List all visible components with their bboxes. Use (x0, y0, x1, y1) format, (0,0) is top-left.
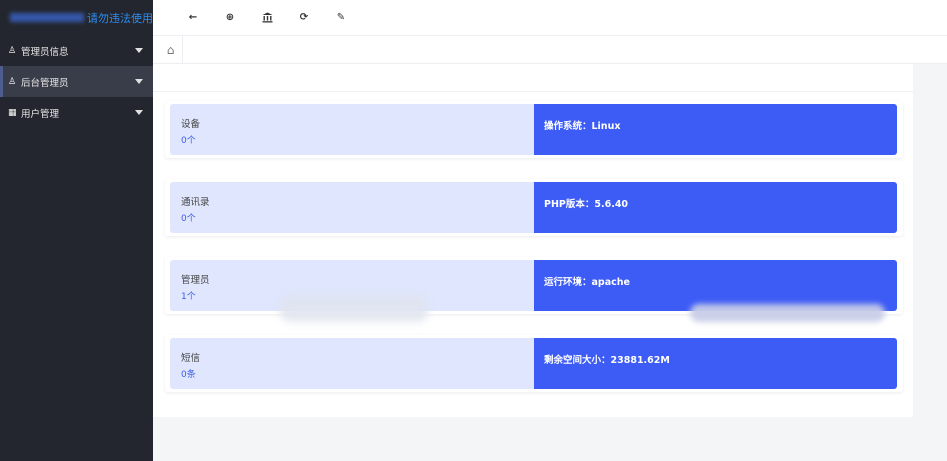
stat-title: 通讯录 (181, 197, 210, 208)
stat-title: 设备 (181, 119, 201, 130)
chevron-down-icon (135, 79, 143, 84)
back-icon[interactable]: ← (179, 4, 207, 32)
user-icon: ♙ (8, 45, 17, 56)
stat-card-left: 短信 0条 (170, 338, 534, 389)
stat-title: 短信 (181, 353, 201, 364)
brand-warning-text: 请勿违法使用 (87, 11, 153, 25)
redacted-brand-name (10, 13, 84, 22)
stat-count: 0个 (181, 136, 196, 146)
crosshair-icon[interactable]: ⊕ (216, 4, 244, 32)
sidebar: 请勿违法使用 ♙ 管理员信息 ♙ 后台管理员 ▦ 用户管理 (0, 0, 153, 461)
stat-title: 管理员 (181, 275, 210, 286)
sidebar-item-label: 后台管理员 (21, 77, 69, 89)
sidebar-item-user-management[interactable]: ▦ 用户管理 (0, 97, 153, 128)
stat-card-left: 通讯录 0个 (170, 182, 534, 233)
clear-cache-icon[interactable]: ✎ (327, 4, 355, 32)
stat-card-sms: 短信 0条 剩余空间大小：23881.62M (165, 335, 903, 392)
home-tab-icon[interactable]: ⌂ (159, 36, 183, 63)
stat-card-left: 设备 0个 (170, 104, 534, 155)
stat-card-contacts: 通讯录 0个 PHP版本：5.6.40 (165, 179, 903, 236)
stat-count: 0条 (181, 370, 196, 380)
sidebar-item-admin-info[interactable]: ♙ 管理员信息 (0, 35, 153, 66)
stat-card-info: 操作系统：Linux (534, 104, 897, 155)
chevron-down-icon (135, 48, 143, 53)
user-icon: ♙ (8, 76, 17, 87)
stat-card-info: 剩余空间大小：23881.62M (534, 338, 897, 389)
sidebar-item-label: 管理员信息 (21, 46, 69, 58)
dashboard-panel: 设备 0个 操作系统：Linux 通讯录 0个 PHP版本：5.6.40 管理员… (153, 64, 913, 417)
stat-card-info: PHP版本：5.6.40 (534, 182, 897, 233)
redaction-blur (690, 304, 885, 322)
tab-strip: ⌂ (153, 35, 947, 64)
sidebar-item-label: 用户管理 (21, 108, 60, 120)
chevron-down-icon (135, 110, 143, 115)
divider (153, 91, 913, 92)
refresh-icon[interactable]: ⟳ (290, 4, 318, 32)
sidebar-item-backend-admin[interactable]: ♙ 后台管理员 (0, 66, 153, 97)
top-toolbar: ← ⊕ ⟳ ✎ (153, 0, 947, 35)
brand-logo[interactable]: 请勿违法使用 (0, 0, 153, 35)
id-card-icon: ▦ (8, 107, 17, 118)
stat-count: 0个 (181, 214, 196, 224)
redaction-blur (280, 296, 428, 322)
stat-card-devices: 设备 0个 操作系统：Linux (165, 101, 903, 158)
bank-icon[interactable] (253, 4, 281, 32)
